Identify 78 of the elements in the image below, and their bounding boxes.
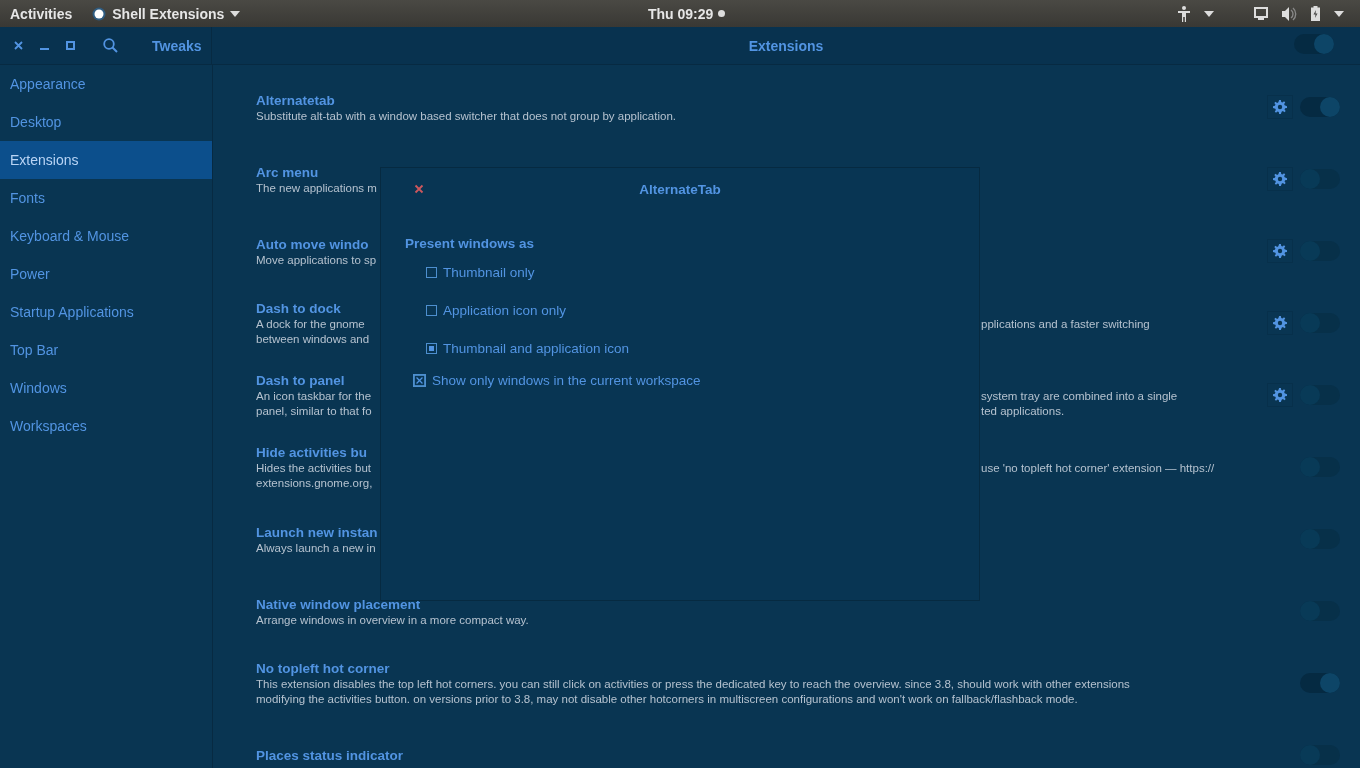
activities-button[interactable]: Activities [10, 5, 73, 22]
settings-button[interactable] [1267, 167, 1293, 191]
gear-icon [1273, 172, 1287, 186]
sidebar-item[interactable]: Fonts [0, 179, 212, 217]
gear-icon [1273, 316, 1287, 330]
caret-icon [230, 10, 241, 17]
radio-button[interactable] [426, 342, 437, 354]
extension-title: Hide activities bu [256, 445, 368, 460]
battery-icon[interactable] [1311, 6, 1320, 21]
search-button[interactable] [102, 37, 118, 54]
clock[interactable]: Thu 09:29 [648, 5, 714, 22]
app-icon [92, 6, 107, 21]
maximize-icon[interactable] [65, 41, 75, 50]
extension-title: Auto move windo [256, 236, 369, 252]
extension-description: pplications and a faster switching [981, 317, 1150, 332]
sidebar-item[interactable]: Startup Applications [0, 293, 212, 331]
volume-icon[interactable] [1282, 6, 1297, 21]
option-label[interactable]: Application icon only [443, 302, 567, 318]
gear-icon [1273, 244, 1287, 258]
sidebar-item[interactable]: Extensions [0, 141, 212, 179]
extension-description: between windows and [256, 332, 370, 347]
settings-button[interactable] [1267, 239, 1293, 263]
extension-description: panel, similar to that fo [256, 404, 372, 419]
radio-button[interactable] [426, 304, 437, 316]
extension-title: Launch new instan [256, 524, 378, 540]
extension-title: Dash to dock [256, 301, 341, 316]
sidebar-item[interactable]: Keyboard & Mouse [0, 217, 212, 255]
extension-description: This extension disables the top left hot corners. you can still click on activities or press the dedicated key to reach the overview. since 3.8, should work with other extensions [256, 677, 1130, 692]
close-icon[interactable] [13, 41, 23, 50]
checkbox-label[interactable]: Show only windows in the current workspace [432, 373, 701, 388]
extension-title: Places status indicator [256, 748, 404, 763]
extension-description: Arrange windows in overview in a more compact way. [256, 612, 529, 628]
extension-description: modifying the activities button. on versions prior to 3.8, may not disable other hotcorners in multiscreen configurations and won't work on fallback/flashback mode. [256, 692, 1078, 707]
extension-description: Move applications to sp [256, 252, 377, 268]
window-title: Extensions [748, 37, 824, 54]
sidebar-item[interactable]: Top Bar [0, 331, 212, 369]
extension-title: No topleft hot corner [256, 661, 390, 676]
sidebar-title: Tweaks [152, 37, 202, 54]
option-label[interactable]: Thumbnail and application icon [443, 340, 630, 356]
extension-description: A dock for the gnome [256, 317, 365, 332]
notification-dot-icon [718, 10, 726, 17]
app-menu[interactable]: Shell Extensions [112, 5, 225, 22]
sidebar-item[interactable]: Desktop [0, 103, 212, 141]
toggle-switch[interactable] [1300, 97, 1340, 117]
extension-description: Substitute alt-tab with a window based switcher that does not group by application. [256, 108, 676, 124]
radio-button[interactable] [426, 266, 437, 278]
extension-title: Native window placement [256, 596, 421, 612]
caret-icon [1334, 10, 1344, 17]
caret-icon [1204, 10, 1214, 17]
extension-description: extensions.gnome.org, [256, 476, 373, 491]
screen-icon[interactable] [1254, 7, 1268, 20]
extension-title: Dash to panel [256, 373, 345, 388]
accessibility-icon[interactable] [1178, 5, 1190, 22]
option-label[interactable]: Thumbnail only [443, 264, 535, 280]
toggle-switch[interactable] [1294, 33, 1334, 54]
extension-description: An icon taskbar for the [256, 389, 372, 404]
sidebar-item[interactable]: Appearance [0, 65, 212, 103]
extension-description: ted applications. [981, 404, 1065, 419]
extension-description: use 'no topleft hot corner' extension — https:// [981, 461, 1215, 476]
dialog-title: AlternateTab [639, 181, 721, 197]
gear-icon [1273, 388, 1287, 402]
sidebar-item[interactable]: Windows [0, 369, 212, 407]
checkbox[interactable] [413, 374, 426, 387]
extension-description: The new applications m [256, 180, 377, 196]
gear-icon [1273, 100, 1287, 114]
extension-description: Hides the activities but [256, 461, 372, 476]
toggle-switch[interactable] [1300, 673, 1340, 693]
extension-description: system tray are combined into a single [981, 389, 1178, 404]
close-button[interactable] [413, 182, 425, 194]
extension-title: Arc menu [256, 164, 319, 180]
sidebar-item[interactable]: Workspaces [0, 407, 212, 445]
settings-button[interactable] [1267, 95, 1293, 119]
sidebar-item[interactable]: Power [0, 255, 212, 293]
settings-button[interactable] [1267, 311, 1293, 335]
section-heading: Present windows as [405, 236, 536, 251]
extension-description: Always launch a new in [256, 540, 376, 556]
extension-title: Alternatetab [256, 92, 335, 108]
settings-button[interactable] [1267, 383, 1293, 407]
